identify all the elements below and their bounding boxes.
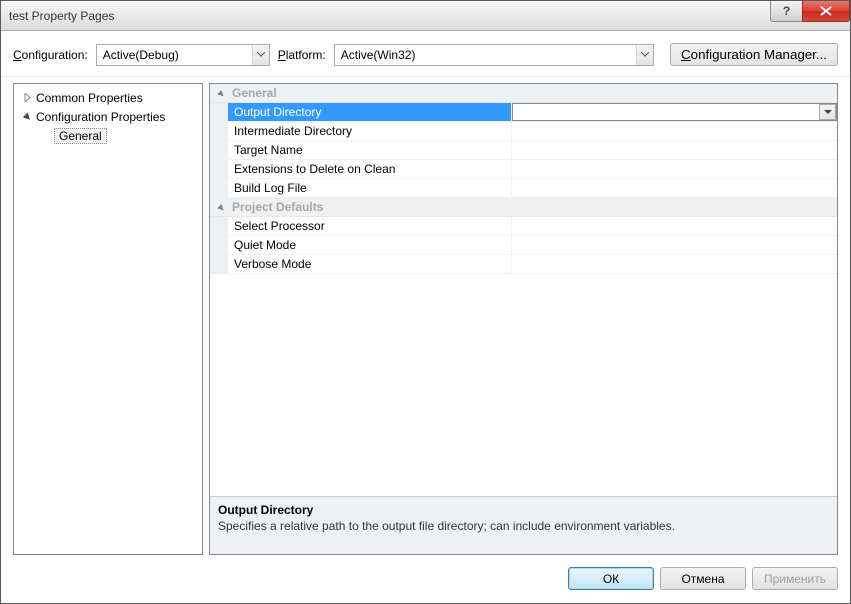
grid-section-project-defaults[interactable]: Project Defaults: [210, 198, 837, 217]
property-value-editor[interactable]: [512, 103, 837, 121]
tree-item-configuration-properties[interactable]: Configuration Properties: [14, 107, 202, 126]
apply-button[interactable]: Применить: [752, 567, 838, 590]
grid-row[interactable]: Quiet Mode: [210, 236, 837, 255]
description-pane: Output Directory Specifies a relative pa…: [210, 496, 837, 554]
tree-item-general[interactable]: General: [14, 126, 202, 145]
tree-label: Common Properties: [36, 91, 143, 105]
expander-expanded-icon[interactable]: [216, 88, 226, 98]
grid-row[interactable]: Extensions to Delete on Clean: [210, 160, 837, 179]
property-grid[interactable]: General Output Directory Intermediate Di…: [210, 84, 837, 496]
property-name: Extensions to Delete on Clean: [228, 160, 512, 178]
grid-section-general[interactable]: General: [210, 84, 837, 103]
property-grid-pane: General Output Directory Intermediate Di…: [209, 83, 838, 555]
tree-label: General: [54, 128, 107, 144]
section-label: General: [232, 86, 277, 100]
property-name: Intermediate Directory: [228, 122, 512, 140]
grid-row-output-directory[interactable]: Output Directory: [210, 103, 837, 122]
help-button[interactable]: ?: [770, 1, 802, 22]
expander-expanded-icon[interactable]: [216, 202, 226, 212]
grid-row[interactable]: Intermediate Directory: [210, 122, 837, 141]
ok-button[interactable]: ОК: [568, 567, 654, 590]
description-text: Specifies a relative path to the output …: [218, 519, 829, 533]
property-name: Verbose Mode: [228, 255, 512, 273]
property-value[interactable]: [512, 255, 837, 273]
property-value[interactable]: [512, 217, 837, 235]
close-icon: [820, 6, 832, 16]
configuration-label: Configuration:: [13, 48, 88, 62]
property-value[interactable]: [512, 141, 837, 159]
chevron-down-icon: [252, 45, 269, 65]
platform-dropdown[interactable]: Active(Win32): [334, 44, 654, 66]
dialog-footer: ОК Отмена Применить: [1, 555, 850, 602]
property-name: Output Directory: [228, 103, 512, 121]
window-controls: ?: [770, 1, 850, 22]
expander-collapsed-icon[interactable]: [22, 93, 32, 103]
platform-value: Active(Win32): [341, 48, 416, 62]
grid-row[interactable]: Build Log File: [210, 179, 837, 198]
platform-label: Platform:: [278, 48, 326, 62]
close-button[interactable]: [802, 1, 850, 22]
configuration-bar: Configuration: Active(Debug) Platform: A…: [1, 31, 850, 77]
description-title: Output Directory: [218, 503, 829, 517]
property-name: Quiet Mode: [228, 236, 512, 254]
property-value[interactable]: [512, 160, 837, 178]
property-value[interactable]: [512, 236, 837, 254]
configuration-manager-button[interactable]: Configuration Manager...: [670, 43, 838, 66]
property-name: Build Log File: [228, 179, 512, 197]
category-tree[interactable]: Common Properties Configuration Properti…: [13, 83, 203, 555]
titlebar: test Property Pages ?: [1, 1, 850, 31]
property-value[interactable]: [512, 122, 837, 140]
configuration-dropdown[interactable]: Active(Debug): [96, 44, 270, 66]
configuration-value: Active(Debug): [103, 48, 179, 62]
main-body: Common Properties Configuration Properti…: [1, 77, 850, 555]
section-label: Project Defaults: [232, 200, 323, 214]
property-name: Target Name: [228, 141, 512, 159]
chevron-down-icon: [824, 110, 832, 115]
cancel-button[interactable]: Отмена: [660, 567, 746, 590]
chevron-down-icon: [636, 45, 653, 65]
grid-row[interactable]: Verbose Mode: [210, 255, 837, 274]
property-value[interactable]: [512, 179, 837, 197]
window-title: test Property Pages: [9, 9, 114, 23]
grid-row[interactable]: Select Processor: [210, 217, 837, 236]
tree-label: Configuration Properties: [36, 110, 165, 124]
grid-row[interactable]: Target Name: [210, 141, 837, 160]
tree-item-common-properties[interactable]: Common Properties: [14, 88, 202, 107]
value-dropdown-button[interactable]: [819, 104, 836, 120]
expander-expanded-icon[interactable]: [22, 112, 32, 122]
property-name: Select Processor: [228, 217, 512, 235]
